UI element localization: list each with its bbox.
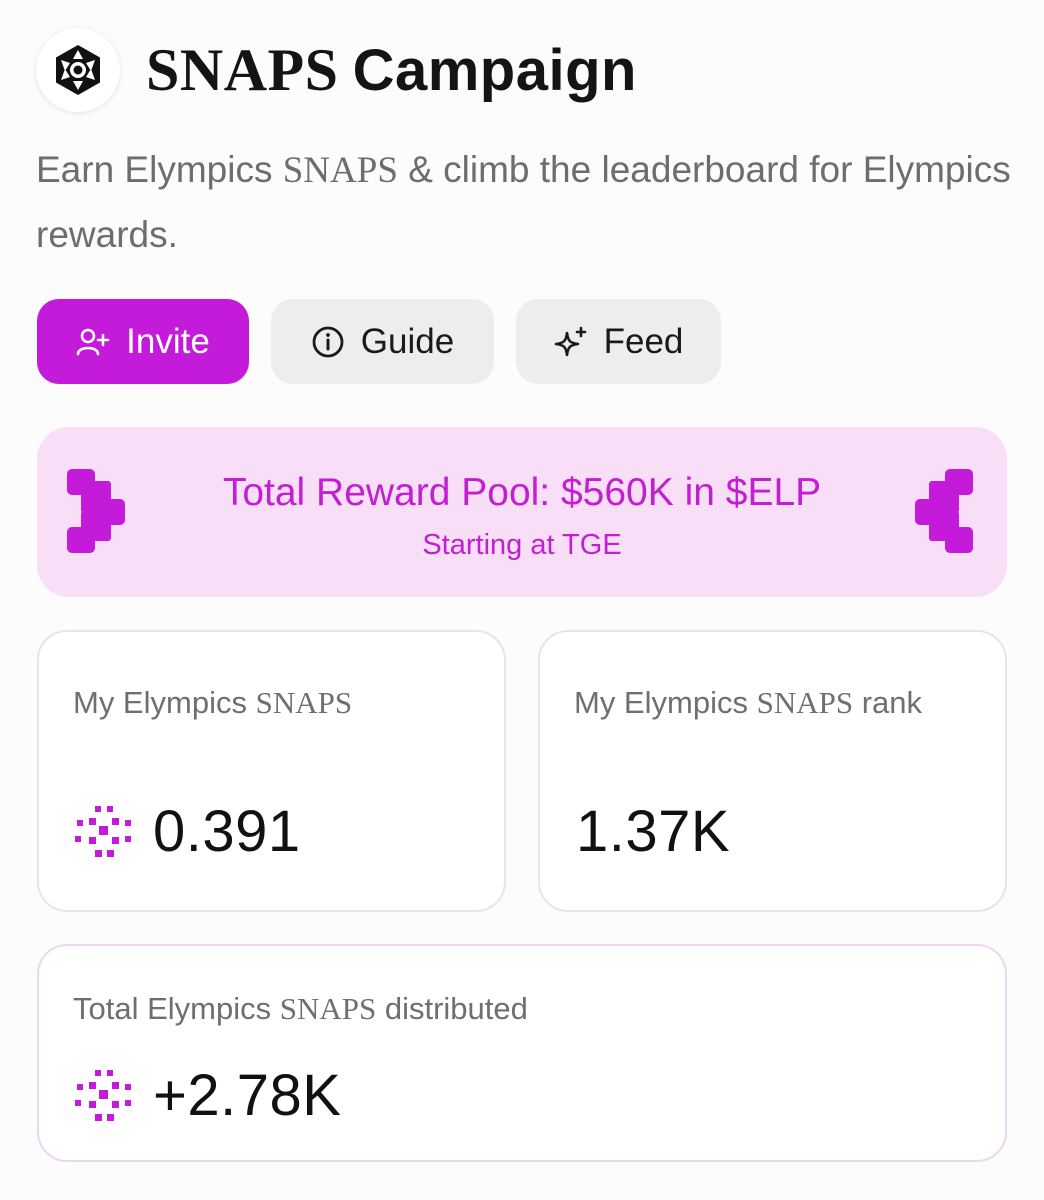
- my-snaps-label-brand: SNAPS: [255, 685, 353, 720]
- info-circle-icon: [312, 326, 344, 357]
- elympics-logo-icon: [36, 28, 120, 112]
- total-label-prefix: Total Elympics: [73, 991, 280, 1026]
- total-distributed-value: +2.78K: [153, 1063, 342, 1128]
- my-snaps-label-prefix: My Elympics: [73, 685, 256, 720]
- my-snaps-value: 0.391: [153, 799, 301, 864]
- subtitle-brand: SNAPS: [282, 150, 398, 191]
- my-rank-value: 1.37K: [576, 799, 731, 864]
- my-rank-card: My Elympics SNAPS rank 1.37K: [538, 630, 1007, 912]
- my-snaps-label: My Elympics SNAPS: [73, 676, 473, 730]
- snaps-token-icon: [75, 805, 131, 857]
- title-brand: SNAPS: [146, 37, 339, 103]
- reward-pool-banner: Total Reward Pool: $560K in $ELP Startin…: [37, 427, 1007, 597]
- guide-label: Guide: [360, 321, 455, 361]
- invite-label: Invite: [126, 321, 210, 361]
- page-subtitle: Earn Elympics SNAPS & climb the leaderbo…: [36, 138, 1026, 267]
- feed-button[interactable]: Feed: [516, 299, 721, 384]
- my-snaps-value-row: 0.391: [75, 798, 301, 865]
- total-distributed-label: Total Elympics SNAPS distributed: [73, 982, 973, 1036]
- invite-button[interactable]: Invite: [37, 299, 249, 384]
- subtitle-part1: Earn Elympics: [36, 149, 283, 190]
- add-user-icon: [76, 328, 110, 355]
- my-rank-label: My Elympics SNAPS rank: [574, 676, 974, 730]
- guide-button[interactable]: Guide: [271, 299, 494, 384]
- sparkle-icon: [554, 326, 586, 356]
- total-distributed-value-row: +2.78K: [75, 1062, 341, 1129]
- snaps-token-icon: [75, 1069, 131, 1121]
- title-campaign: Campaign: [352, 38, 637, 103]
- feed-label: Feed: [603, 321, 684, 361]
- total-distributed-card: Total Elympics SNAPS distributed +2.78K: [37, 944, 1007, 1162]
- my-rank-label-suffix: rank: [853, 685, 922, 720]
- reward-pool-subtitle: Starting at TGE: [422, 529, 622, 561]
- reward-pool-title: Total Reward Pool: $560K in $ELP: [222, 471, 822, 514]
- pixel-decoration-right-icon: [915, 469, 973, 553]
- my-rank-label-prefix: My Elympics: [574, 685, 757, 720]
- total-label-brand: SNAPS: [279, 991, 377, 1026]
- total-label-suffix: distributed: [376, 991, 528, 1026]
- my-rank-label-brand: SNAPS: [756, 685, 854, 720]
- my-snaps-card: My Elympics SNAPS 0.391: [37, 630, 506, 912]
- my-rank-value-row: 1.37K: [576, 798, 730, 865]
- page-title: SNAPS Campaign: [146, 40, 637, 100]
- page-header: SNAPS Campaign: [36, 28, 637, 112]
